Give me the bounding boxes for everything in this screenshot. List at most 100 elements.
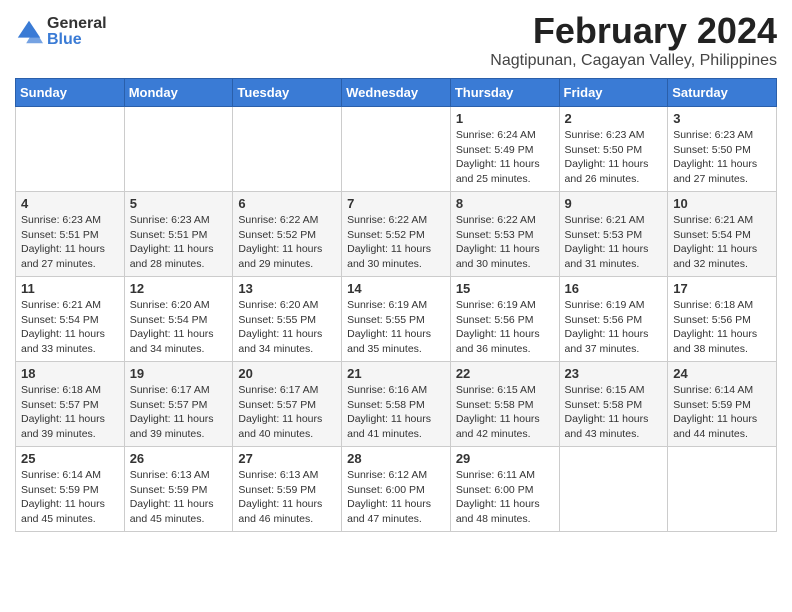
day-number: 13 [238, 281, 336, 296]
calendar-cell: 12 Sunrise: 6:20 AM Sunset: 5:54 PM Dayli… [124, 277, 233, 362]
day-info: Sunrise: 6:23 AM Sunset: 5:50 PM Dayligh… [673, 128, 771, 187]
calendar-cell: 28 Sunrise: 6:12 AM Sunset: 6:00 PM Dayli… [342, 447, 451, 532]
day-number: 4 [21, 196, 119, 211]
day-info: Sunrise: 6:19 AM Sunset: 5:56 PM Dayligh… [456, 298, 554, 357]
day-number: 15 [456, 281, 554, 296]
logo-icon [15, 18, 43, 46]
day-number: 14 [347, 281, 445, 296]
day-number: 11 [21, 281, 119, 296]
calendar-cell [233, 107, 342, 192]
calendar-cell: 23 Sunrise: 6:15 AM Sunset: 5:58 PM Dayli… [559, 362, 668, 447]
day-number: 5 [130, 196, 228, 211]
day-number: 26 [130, 451, 228, 466]
day-number: 12 [130, 281, 228, 296]
day-info: Sunrise: 6:22 AM Sunset: 5:53 PM Dayligh… [456, 213, 554, 272]
calendar-cell: 10 Sunrise: 6:21 AM Sunset: 5:54 PM Dayli… [668, 192, 777, 277]
logo-text: General Blue [47, 16, 107, 48]
day-number: 29 [456, 451, 554, 466]
day-number: 25 [21, 451, 119, 466]
calendar-cell: 7 Sunrise: 6:22 AM Sunset: 5:52 PM Daylig… [342, 192, 451, 277]
day-info: Sunrise: 6:12 AM Sunset: 6:00 PM Dayligh… [347, 468, 445, 527]
day-info: Sunrise: 6:17 AM Sunset: 5:57 PM Dayligh… [130, 383, 228, 442]
calendar-cell: 25 Sunrise: 6:14 AM Sunset: 5:59 PM Dayli… [16, 447, 125, 532]
day-info: Sunrise: 6:13 AM Sunset: 5:59 PM Dayligh… [130, 468, 228, 527]
day-info: Sunrise: 6:21 AM Sunset: 5:53 PM Dayligh… [565, 213, 663, 272]
header-cell-saturday: Saturday [668, 79, 777, 107]
day-number: 23 [565, 366, 663, 381]
day-info: Sunrise: 6:14 AM Sunset: 5:59 PM Dayligh… [21, 468, 119, 527]
calendar-cell: 27Sunrise: 6:13 AM Sunset: 5:59 PM Dayli… [233, 447, 342, 532]
header-cell-wednesday: Wednesday [342, 79, 451, 107]
calendar-cell [16, 107, 125, 192]
week-row-3: 18 Sunrise: 6:18 AM Sunset: 5:57 PM Dayli… [16, 362, 777, 447]
calendar-body: 1Sunrise: 6:24 AM Sunset: 5:49 PM Daylig… [16, 107, 777, 532]
calendar-cell [342, 107, 451, 192]
logo: General Blue [15, 16, 107, 48]
day-number: 21 [347, 366, 445, 381]
calendar-cell: 17 Sunrise: 6:18 AM Sunset: 5:56 PM Dayli… [668, 277, 777, 362]
day-info: Sunrise: 6:14 AM Sunset: 5:59 PM Dayligh… [673, 383, 771, 442]
calendar-cell: 22Sunrise: 6:15 AM Sunset: 5:58 PM Dayli… [450, 362, 559, 447]
day-number: 9 [565, 196, 663, 211]
calendar-cell: 2Sunrise: 6:23 AM Sunset: 5:50 PM Daylig… [559, 107, 668, 192]
week-row-1: 4 Sunrise: 6:23 AM Sunset: 5:51 PM Daylig… [16, 192, 777, 277]
day-number: 16 [565, 281, 663, 296]
week-row-2: 11Sunrise: 6:21 AM Sunset: 5:54 PM Dayli… [16, 277, 777, 362]
day-number: 6 [238, 196, 336, 211]
calendar-cell [124, 107, 233, 192]
calendar-cell: 8Sunrise: 6:22 AM Sunset: 5:53 PM Daylig… [450, 192, 559, 277]
main-title: February 2024 [490, 10, 777, 52]
calendar-cell: 13Sunrise: 6:20 AM Sunset: 5:55 PM Dayli… [233, 277, 342, 362]
day-number: 2 [565, 111, 663, 126]
calendar-cell: 6 Sunrise: 6:22 AM Sunset: 5:52 PM Daylig… [233, 192, 342, 277]
calendar-cell [559, 447, 668, 532]
day-number: 19 [130, 366, 228, 381]
day-number: 7 [347, 196, 445, 211]
day-info: Sunrise: 6:17 AM Sunset: 5:57 PM Dayligh… [238, 383, 336, 442]
day-info: Sunrise: 6:20 AM Sunset: 5:54 PM Dayligh… [130, 298, 228, 357]
header-cell-thursday: Thursday [450, 79, 559, 107]
day-info: Sunrise: 6:19 AM Sunset: 5:56 PM Dayligh… [565, 298, 663, 357]
subtitle: Nagtipunan, Cagayan Valley, Philippines [490, 52, 777, 70]
calendar-cell [668, 447, 777, 532]
calendar-cell: 5 Sunrise: 6:23 AM Sunset: 5:51 PM Daylig… [124, 192, 233, 277]
day-info: Sunrise: 6:19 AM Sunset: 5:55 PM Dayligh… [347, 298, 445, 357]
day-info: Sunrise: 6:15 AM Sunset: 5:58 PM Dayligh… [565, 383, 663, 442]
day-number: 28 [347, 451, 445, 466]
day-number: 10 [673, 196, 771, 211]
calendar-cell: 3 Sunrise: 6:23 AM Sunset: 5:50 PM Daylig… [668, 107, 777, 192]
day-info: Sunrise: 6:22 AM Sunset: 5:52 PM Dayligh… [347, 213, 445, 272]
day-info: Sunrise: 6:22 AM Sunset: 5:52 PM Dayligh… [238, 213, 336, 272]
calendar-cell: 26 Sunrise: 6:13 AM Sunset: 5:59 PM Dayli… [124, 447, 233, 532]
header-cell-tuesday: Tuesday [233, 79, 342, 107]
calendar-cell: 18 Sunrise: 6:18 AM Sunset: 5:57 PM Dayli… [16, 362, 125, 447]
day-number: 3 [673, 111, 771, 126]
calendar-table: SundayMondayTuesdayWednesdayThursdayFrid… [15, 78, 777, 532]
day-number: 17 [673, 281, 771, 296]
calendar-cell: 21 Sunrise: 6:16 AM Sunset: 5:58 PM Dayli… [342, 362, 451, 447]
day-info: Sunrise: 6:18 AM Sunset: 5:56 PM Dayligh… [673, 298, 771, 357]
day-info: Sunrise: 6:23 AM Sunset: 5:51 PM Dayligh… [130, 213, 228, 272]
calendar-header: SundayMondayTuesdayWednesdayThursdayFrid… [16, 79, 777, 107]
day-info: Sunrise: 6:23 AM Sunset: 5:51 PM Dayligh… [21, 213, 119, 272]
header-cell-sunday: Sunday [16, 79, 125, 107]
day-info: Sunrise: 6:18 AM Sunset: 5:57 PM Dayligh… [21, 383, 119, 442]
calendar-cell: 19 Sunrise: 6:17 AM Sunset: 5:57 PM Dayli… [124, 362, 233, 447]
day-number: 24 [673, 366, 771, 381]
day-number: 27 [238, 451, 336, 466]
calendar-cell: 16 Sunrise: 6:19 AM Sunset: 5:56 PM Dayli… [559, 277, 668, 362]
logo-blue-text: Blue [47, 32, 107, 48]
calendar-cell: 24 Sunrise: 6:14 AM Sunset: 5:59 PM Dayli… [668, 362, 777, 447]
calendar-cell: 14 Sunrise: 6:19 AM Sunset: 5:55 PM Dayli… [342, 277, 451, 362]
header-cell-monday: Monday [124, 79, 233, 107]
calendar-cell: 15 Sunrise: 6:19 AM Sunset: 5:56 PM Dayli… [450, 277, 559, 362]
day-number: 18 [21, 366, 119, 381]
day-info: Sunrise: 6:16 AM Sunset: 5:58 PM Dayligh… [347, 383, 445, 442]
calendar-cell: 4 Sunrise: 6:23 AM Sunset: 5:51 PM Daylig… [16, 192, 125, 277]
day-number: 20 [238, 366, 336, 381]
header-row: SundayMondayTuesdayWednesdayThursdayFrid… [16, 79, 777, 107]
day-number: 1 [456, 111, 554, 126]
day-info: Sunrise: 6:11 AM Sunset: 6:00 PM Dayligh… [456, 468, 554, 527]
day-info: Sunrise: 6:21 AM Sunset: 5:54 PM Dayligh… [673, 213, 771, 272]
calendar-cell: 11Sunrise: 6:21 AM Sunset: 5:54 PM Dayli… [16, 277, 125, 362]
